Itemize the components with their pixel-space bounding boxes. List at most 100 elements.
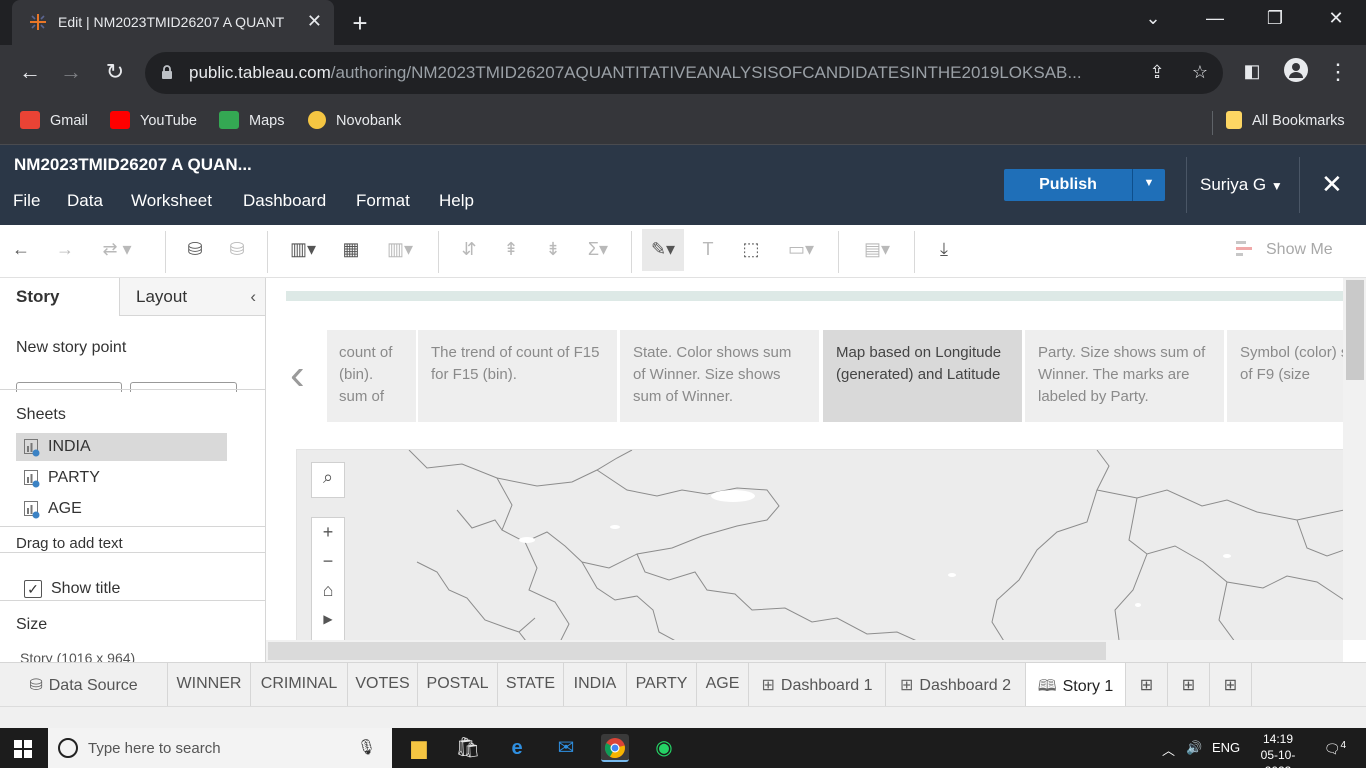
- windows-start-icon[interactable]: [14, 740, 32, 758]
- clear-sheet-icon[interactable]: ▥▾: [380, 239, 420, 265]
- sheet-item-india[interactable]: INDIA: [16, 433, 227, 461]
- story-point-caption[interactable]: The trend of count of F15 for F15 (bin).: [418, 330, 617, 422]
- mail-icon[interactable]: ✉: [552, 734, 580, 762]
- all-bookmarks[interactable]: All Bookmarks: [1226, 111, 1345, 129]
- browser-tab[interactable]: Edit | NM2023TMID26207 A QUANT ✕: [12, 0, 334, 45]
- back-icon[interactable]: ←: [16, 59, 44, 85]
- tab-postal[interactable]: POSTAL: [418, 663, 498, 706]
- drag-to-add-text[interactable]: Drag to add text: [16, 535, 123, 552]
- tab-dashboard-1[interactable]: ⊞ Dashboard 1: [749, 663, 886, 706]
- tab-story-1[interactable]: 🕮 Story 1: [1026, 663, 1126, 706]
- new-data-source-icon[interactable]: ⛁: [180, 239, 210, 265]
- address-bar[interactable]: public.tableau.com/authoring/NM2023TMID2…: [145, 52, 1223, 94]
- new-worksheet-icon[interactable]: ▥▾: [284, 239, 322, 265]
- show-hidden-icons[interactable]: ︿: [1162, 740, 1175, 759]
- highlight-icon[interactable]: ✎▾: [642, 229, 684, 271]
- story-point-caption[interactable]: count of (bin). sum of: [327, 330, 416, 422]
- story-title[interactable]: [286, 291, 1344, 301]
- sort-descending-icon[interactable]: ⇟: [538, 239, 568, 265]
- tab-age[interactable]: AGE: [697, 663, 749, 706]
- reload-icon[interactable]: ↻: [101, 59, 129, 85]
- size-dropdown[interactable]: Story (1016 x 964): [20, 650, 135, 662]
- user-menu[interactable]: Suriya G ▼: [1200, 175, 1283, 195]
- sheet-item-party[interactable]: PARTY: [16, 464, 227, 492]
- microphone-icon[interactable]: 🎙: [357, 738, 376, 756]
- forward-icon[interactable]: →: [57, 59, 85, 85]
- horizontal-scrollbar[interactable]: [266, 640, 1343, 662]
- new-dashboard-tab-icon[interactable]: ⊞: [1168, 663, 1210, 706]
- tab-state[interactable]: STATE: [498, 663, 564, 706]
- show-me-button[interactable]: Show Me: [1236, 241, 1333, 259]
- story-point-caption-active[interactable]: Map based on Longitude (generated) and L…: [823, 330, 1022, 422]
- tab-winner[interactable]: WINNER: [168, 663, 251, 706]
- microsoft-store-icon[interactable]: 🛍: [454, 734, 482, 762]
- tab-layout[interactable]: Layout ‹: [120, 278, 265, 316]
- text-labels-icon[interactable]: T: [693, 239, 723, 265]
- sheet-item-age[interactable]: AGE: [16, 495, 227, 523]
- publish-dropdown-icon[interactable]: ▼: [1132, 169, 1165, 201]
- bookmark-star-icon[interactable]: ☆: [1188, 62, 1212, 83]
- story-point-caption[interactable]: Symbol (color) sum of F9 (size: [1227, 330, 1343, 422]
- redo-icon[interactable]: →: [50, 239, 80, 265]
- chrome-icon[interactable]: [601, 734, 629, 762]
- pause-updates-icon[interactable]: ⛁: [222, 239, 252, 265]
- bookmark-maps[interactable]: Maps: [219, 111, 284, 129]
- scrollbar-thumb[interactable]: [1346, 280, 1364, 380]
- new-worksheet-tab-icon[interactable]: ⊞: [1126, 663, 1168, 706]
- undo-icon[interactable]: ←: [6, 239, 36, 265]
- menu-help[interactable]: Help: [439, 191, 474, 211]
- menu-worksheet[interactable]: Worksheet: [131, 191, 212, 211]
- browser-menu-icon[interactable]: ⋮: [1324, 59, 1352, 85]
- tab-dashboard-2[interactable]: ⊞ Dashboard 2: [886, 663, 1026, 706]
- file-explorer-icon[interactable]: ▆: [405, 734, 433, 762]
- replay-icon[interactable]: ⇄ ▾: [92, 239, 142, 265]
- profile-avatar[interactable]: [1282, 57, 1310, 89]
- scrollbar-thumb[interactable]: [268, 642, 1106, 660]
- volume-icon[interactable]: 🔊: [1186, 740, 1202, 756]
- window-close-icon[interactable]: ✕: [1321, 8, 1351, 29]
- menu-format[interactable]: Format: [356, 191, 410, 211]
- taskbar-clock[interactable]: 14:19 05-10-2023: [1248, 731, 1308, 768]
- workbook-title[interactable]: NM2023TMID26207 A QUAN...: [14, 155, 252, 175]
- close-tab-icon[interactable]: ✕: [307, 11, 322, 32]
- new-story-tab-icon[interactable]: ⊞: [1210, 663, 1252, 706]
- zoom-in-icon[interactable]: +: [312, 518, 344, 547]
- tab-india[interactable]: INDIA: [564, 663, 627, 706]
- fit-icon[interactable]: ▭▾: [779, 239, 823, 265]
- previous-story-point-icon[interactable]: ‹: [290, 350, 305, 400]
- download-icon[interactable]: ⤓: [929, 239, 959, 265]
- home-icon[interactable]: ⌂: [312, 576, 344, 605]
- bookmark-gmail[interactable]: Gmail: [20, 111, 88, 129]
- whatsapp-icon[interactable]: ◉: [650, 734, 678, 762]
- close-editor-icon[interactable]: ✕: [1321, 169, 1343, 200]
- side-panel-icon[interactable]: ◧: [1238, 61, 1266, 82]
- totals-icon[interactable]: Σ▾: [580, 239, 616, 265]
- edge-icon[interactable]: e: [503, 734, 531, 762]
- swap-icon[interactable]: ⇵: [454, 239, 484, 265]
- format-workbook-icon[interactable]: ⬚: [736, 239, 766, 265]
- collapse-pane-icon[interactable]: ‹: [250, 287, 256, 307]
- tab-story[interactable]: Story: [0, 278, 120, 316]
- zoom-out-icon[interactable]: −: [312, 547, 344, 576]
- tab-votes[interactable]: VOTES: [348, 663, 418, 706]
- restore-icon[interactable]: ❐: [1260, 8, 1290, 29]
- duplicate-button[interactable]: [130, 382, 237, 392]
- map-search-button[interactable]: ⌕: [311, 462, 345, 498]
- language-indicator[interactable]: ENG: [1212, 740, 1240, 755]
- publish-button[interactable]: Publish ▼: [1004, 169, 1165, 201]
- taskbar-search-box[interactable]: Type here to search 🎙: [48, 728, 392, 768]
- menu-file[interactable]: File: [13, 191, 40, 211]
- tab-criminal[interactable]: CRIMINAL: [251, 663, 348, 706]
- show-cards-icon[interactable]: ▤▾: [854, 239, 900, 265]
- minimize-icon[interactable]: —: [1200, 8, 1230, 29]
- show-title-checkbox[interactable]: ✓: [24, 580, 42, 598]
- tab-party[interactable]: PARTY: [627, 663, 697, 706]
- bookmark-youtube[interactable]: YouTube: [110, 111, 197, 129]
- sort-ascending-icon[interactable]: ⇞: [496, 239, 526, 265]
- notifications-icon[interactable]: 🗨4: [1324, 740, 1346, 757]
- duplicate-sheet-icon[interactable]: ▦: [336, 239, 366, 265]
- menu-data[interactable]: Data: [67, 191, 103, 211]
- tab-search-icon[interactable]: ⌄: [1138, 8, 1168, 29]
- vertical-scrollbar[interactable]: [1343, 278, 1366, 640]
- menu-dashboard[interactable]: Dashboard: [243, 191, 326, 211]
